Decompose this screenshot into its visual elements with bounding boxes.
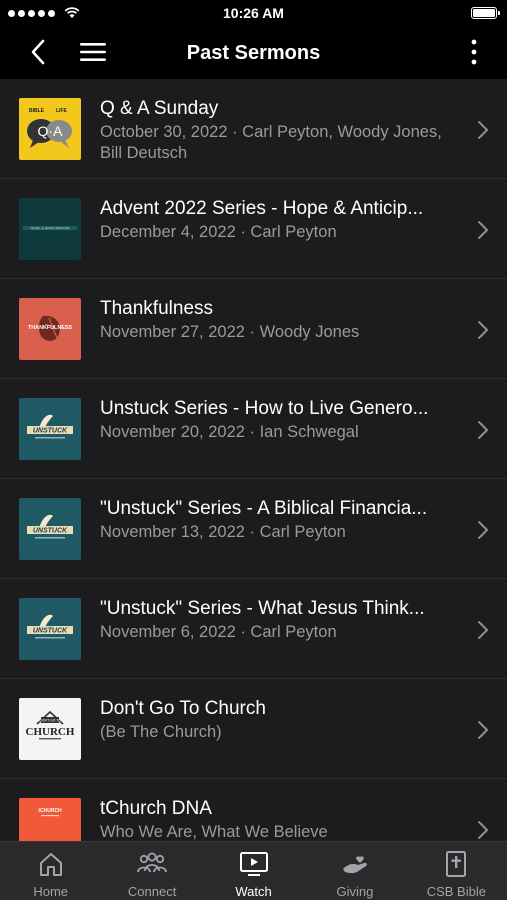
sermon-row[interactable]: HOPE & ANTICIPATION Advent 2022 Series -…: [0, 179, 507, 279]
hand-heart-icon: [342, 856, 367, 874]
thumb-label-life: LIFE: [56, 108, 67, 114]
chevron-right-icon: [478, 421, 488, 439]
chevron-right-icon: [478, 821, 488, 839]
status-time: 10:26 AM: [223, 5, 284, 21]
tab-label: CSB Bible: [426, 884, 486, 899]
hamburger-menu-icon[interactable]: [78, 40, 108, 64]
thumb-unstuck-text: UNSTUCK: [33, 628, 68, 635]
sermon-title: tChurch DNA: [100, 798, 212, 819]
sermon-thumbnail: DON'T GO TO CHURCH: [19, 698, 81, 760]
home-icon: [39, 853, 62, 876]
sermon-row[interactable]: THANKFULNESS Thankfulness November 27, 2…: [0, 279, 507, 379]
sermon-title: Q & A Sunday: [100, 98, 219, 119]
sermon-title: Don't Go To Church: [100, 698, 266, 719]
sermon-thumbnail: tCHURCH: [19, 798, 81, 841]
thumb-advent-text: HOPE & ANTICIPATION: [30, 227, 69, 231]
page-title: Past Sermons: [186, 42, 321, 64]
sermon-row[interactable]: UNSTUCK "Unstuck" Series - What Jesus Th…: [0, 579, 507, 679]
thumb-tchurch-text: tCHURCH: [38, 808, 62, 814]
chevron-right-icon: [478, 221, 488, 239]
sermon-title: Thankfulness: [100, 298, 214, 319]
chevron-right-icon: [478, 521, 488, 539]
sermon-title: Unstuck Series - How to Live Genero...: [100, 398, 429, 419]
thumb-thankfulness-text: THANKFULNESS: [28, 325, 72, 331]
sermon-title: "Unstuck" Series - What Jesus Think...: [100, 598, 425, 619]
sermon-row[interactable]: BIBLE LIFE Q·A Q & A Sunday October 30, …: [0, 79, 507, 179]
sermon-thumbnail: UNSTUCK: [19, 398, 81, 460]
sermon-subtitle: November 27, 2022 · Woody Jones: [100, 323, 360, 341]
sermon-row[interactable]: UNSTUCK Unstuck Series - How to Live Gen…: [0, 379, 507, 479]
chevron-right-icon: [478, 621, 488, 639]
navigation-bar: Past Sermons: [0, 26, 507, 79]
thumb-unstuck-text: UNSTUCK: [33, 528, 68, 535]
thumb-qa-text: Q·A: [38, 123, 64, 139]
battery-icon: [471, 7, 500, 19]
sermon-subtitle: December 4, 2022 · Carl Peyton: [100, 223, 337, 241]
tab-label: Home: [33, 884, 69, 899]
sermon-thumbnail: UNSTUCK: [19, 498, 81, 560]
tab-giving[interactable]: Giving: [304, 842, 405, 900]
chevron-right-icon: [478, 721, 488, 739]
sermon-subtitle: November 6, 2022 · Carl Peyton: [100, 623, 337, 641]
sermon-subtitle: October 30, 2022 · Carl Peyton, Woody Jo…: [100, 123, 442, 162]
sermon-row[interactable]: UNSTUCK "Unstuck" Series - A Biblical Fi…: [0, 479, 507, 579]
sermon-thumbnail: BIBLE LIFE Q·A: [19, 98, 81, 160]
sermon-subtitle: Who We Are, What We Believe: [100, 823, 328, 841]
tab-home[interactable]: Home: [0, 842, 101, 900]
thumb-unstuck-text: UNSTUCK: [33, 428, 68, 435]
sermon-row[interactable]: tCHURCH tChurch DNA Who We Are, What We …: [0, 779, 507, 841]
sermon-title: Advent 2022 Series - Hope & Anticip...: [100, 198, 424, 219]
back-chevron-icon[interactable]: [26, 38, 52, 66]
people-icon: [137, 852, 168, 873]
thumb-label-bible: BIBLE: [29, 108, 45, 114]
chevron-right-icon: [478, 121, 488, 139]
thumb-church-text: CHURCH: [26, 726, 75, 738]
sermon-thumbnail: HOPE & ANTICIPATION: [19, 198, 81, 260]
tab-bar: Home Connect Watch Giving CSB Bible: [0, 841, 507, 900]
status-bar: 10:26 AM: [0, 0, 507, 26]
sermon-subtitle: (Be The Church): [100, 723, 222, 741]
sermon-row[interactable]: DON'T GO TO CHURCH Don't Go To Church (B…: [0, 679, 507, 779]
thumb-dont-go-text: DON'T GO TO: [39, 719, 61, 723]
tab-label: Giving: [336, 884, 374, 899]
sermon-thumbnail: THANKFULNESS: [19, 298, 81, 360]
chevron-right-icon: [478, 321, 488, 339]
tab-csb-bible[interactable]: CSB Bible: [406, 842, 507, 900]
tab-watch[interactable]: Watch: [203, 842, 304, 900]
sermon-subtitle: November 13, 2022 · Carl Peyton: [100, 523, 346, 541]
sermon-title: "Unstuck" Series - A Biblical Financia..…: [100, 498, 428, 519]
sermon-subtitle: November 20, 2022 · Ian Schwegal: [100, 423, 359, 441]
sermon-thumbnail: UNSTUCK: [19, 598, 81, 660]
tv-play-icon: [239, 852, 268, 876]
more-options-icon[interactable]: [469, 38, 479, 66]
bible-icon: [446, 851, 467, 877]
tab-connect[interactable]: Connect: [101, 842, 202, 900]
tab-label: Watch: [235, 884, 272, 899]
tab-label: Connect: [127, 884, 177, 899]
sermon-list: BIBLE LIFE Q·A Q & A Sunday October 30, …: [0, 79, 507, 841]
